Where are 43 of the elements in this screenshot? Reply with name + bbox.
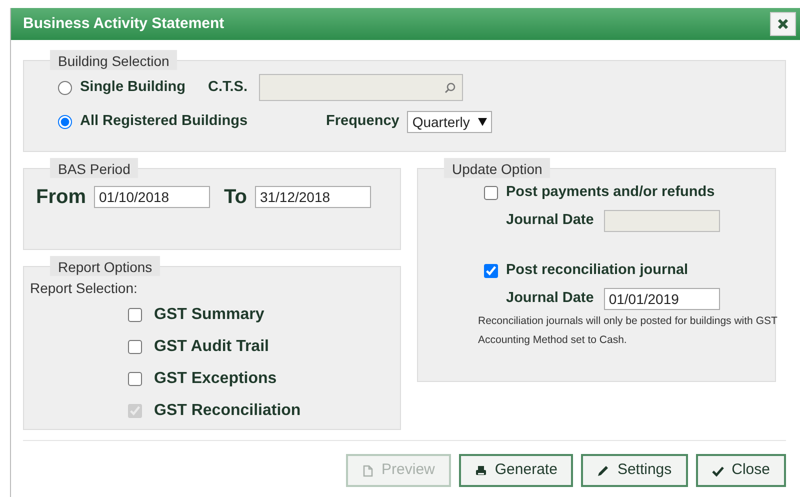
dropdown-icon [478, 118, 487, 126]
to-date-field[interactable]: 31/12/2018 [254, 186, 371, 208]
journal-date-label: Journal Date [506, 288, 594, 308]
group-label: Update Option [444, 158, 550, 178]
checkbox-label: GST Summary [154, 305, 264, 325]
document-icon [362, 464, 374, 476]
radio-button[interactable] [58, 80, 72, 94]
close-button[interactable] [770, 12, 796, 36]
radio-button[interactable] [58, 115, 72, 129]
group-label: BAS Period [50, 158, 138, 178]
checkbox[interactable] [128, 372, 142, 386]
checkbox[interactable] [484, 264, 498, 278]
dialog-button[interactable]: Settings [581, 454, 688, 487]
printer-icon [474, 464, 487, 476]
radio-label: Single Building [80, 78, 186, 97]
to-label: To [224, 185, 247, 210]
close-icon [777, 18, 789, 30]
journal-date-field[interactable]: 01/01/2019 [604, 288, 720, 310]
dialog-button[interactable]: Close [696, 454, 786, 487]
journal-date-label: Journal Date [506, 210, 594, 230]
from-date-field[interactable]: 01/10/2018 [94, 186, 210, 208]
checkbox[interactable] [484, 186, 498, 200]
group-label: Report Options [50, 256, 160, 276]
window-title: Business Activity Statement [23, 14, 224, 34]
pencil-icon [597, 464, 610, 476]
radio-label: All Registered Buildings [80, 112, 248, 132]
dialog-button[interactable]: Generate [458, 454, 574, 487]
from-label: From [36, 185, 86, 210]
frequency-dropdown[interactable]: Quarterly [407, 111, 492, 133]
checkbox[interactable] [128, 308, 142, 322]
group-label: Building Selection [50, 50, 178, 70]
checkbox-label: GST Reconciliation [154, 401, 301, 421]
report-selection-label: Report Selection: [30, 279, 138, 298]
check-icon [712, 464, 724, 476]
checkbox-label: Post payments and/or refunds [506, 183, 715, 202]
checkbox-label: GST Audit Trail [154, 337, 269, 357]
search-icon [444, 82, 456, 94]
cts-label: C.T.S. [208, 78, 248, 97]
checkbox-label: GST Exceptions [154, 369, 277, 389]
checkbox[interactable] [128, 340, 142, 354]
frequency-label: Frequency [326, 112, 400, 132]
checkbox-label: Post reconciliation journal [506, 260, 688, 280]
note-text: Reconciliation journals will only be posted for buildings with GST Accounting Method set to Cash. [477, 314, 778, 348]
